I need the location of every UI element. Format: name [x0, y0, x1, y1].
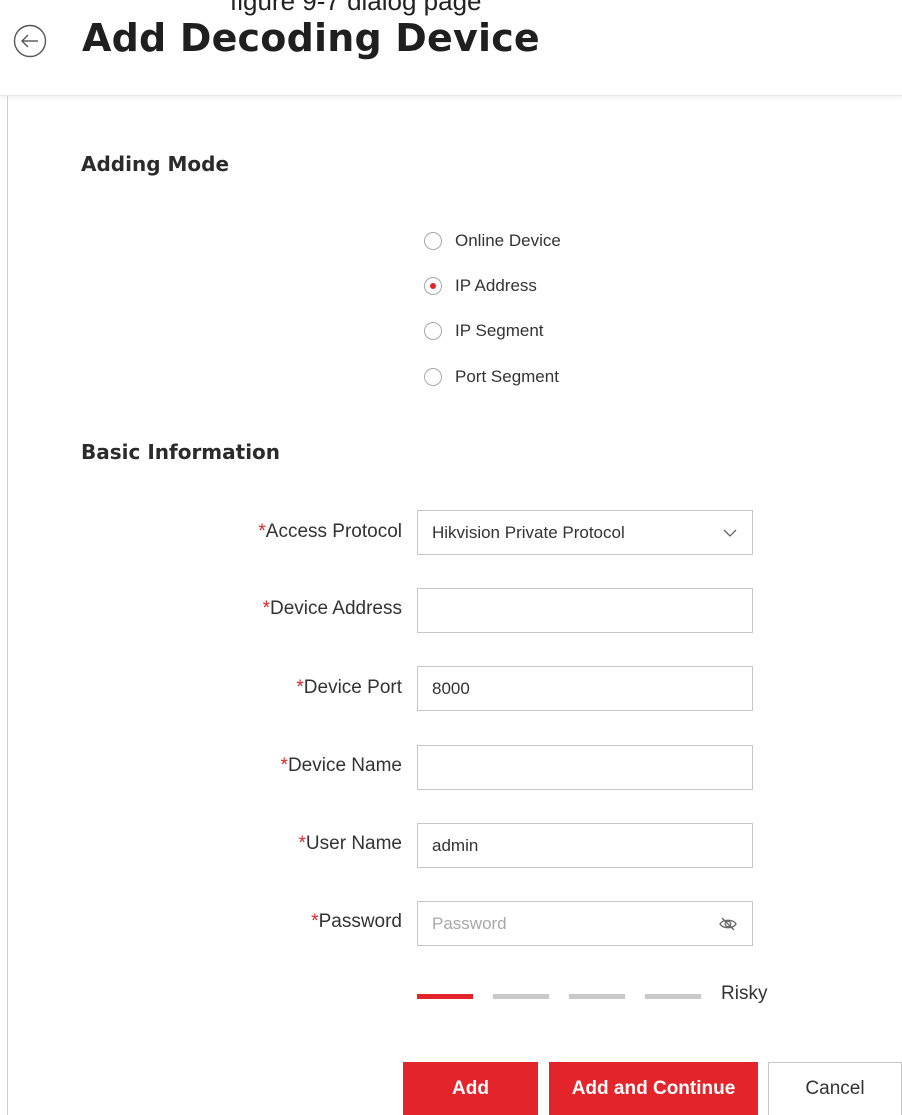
radio-port-segment[interactable]: Port Segment — [424, 365, 559, 389]
label-text: Password — [318, 911, 402, 932]
required-mark: * — [262, 598, 270, 619]
radio-checked-icon[interactable] — [424, 277, 442, 295]
required-mark: * — [298, 833, 306, 854]
device-address-input[interactable] — [417, 588, 753, 633]
password-placeholder: Password — [432, 913, 507, 933]
chevron-down-icon[interactable] — [722, 525, 738, 541]
device-address-label: *Device Address — [263, 598, 402, 620]
user-name-label: *User Name — [299, 833, 402, 855]
required-mark: * — [311, 911, 319, 932]
radio-label: IP Address — [455, 276, 537, 295]
adding-mode-title: Adding Mode — [81, 152, 230, 176]
add-and-continue-button[interactable]: Add and Continue — [549, 1062, 758, 1115]
password-input[interactable]: Password — [417, 901, 753, 946]
radio-label: IP Segment — [455, 321, 544, 340]
label-text: Access Protocol — [265, 521, 402, 542]
radio-icon[interactable] — [424, 232, 442, 250]
required-mark: * — [258, 521, 266, 542]
clipped-caption: figure 9-7 dialog page — [230, 0, 482, 16]
eye-hidden-icon[interactable] — [718, 914, 738, 934]
required-mark: * — [280, 755, 288, 776]
access-protocol-label: *Access Protocol — [258, 521, 402, 543]
device-port-label: *Device Port — [296, 677, 402, 699]
page-title: Add Decoding Device — [82, 16, 540, 60]
radio-ip-address[interactable]: IP Address — [424, 274, 537, 298]
label-text: Device Port — [303, 677, 402, 698]
radio-icon[interactable] — [424, 322, 442, 340]
left-border — [7, 96, 8, 1115]
back-arrow-icon[interactable] — [13, 24, 47, 58]
password-label: *Password — [311, 911, 402, 933]
password-strength-label: Risky — [721, 983, 768, 1004]
required-mark: * — [296, 677, 304, 698]
cancel-button[interactable]: Cancel — [768, 1062, 902, 1115]
device-name-label: *Device Name — [281, 755, 402, 777]
device-name-input[interactable] — [417, 745, 753, 790]
label-text: Device Address — [269, 598, 402, 619]
radio-online-device[interactable]: Online Device — [424, 229, 561, 253]
radio-label: Port Segment — [455, 367, 559, 386]
strength-bar-4 — [645, 994, 701, 999]
radio-ip-segment[interactable]: IP Segment — [424, 319, 544, 343]
page-header: figure 9-7 dialog page Add Decoding Devi… — [0, 0, 902, 96]
strength-bar-2 — [493, 994, 549, 999]
strength-bar-3 — [569, 994, 625, 999]
label-text: User Name — [305, 833, 402, 854]
radio-icon[interactable] — [424, 368, 442, 386]
user-name-input[interactable]: admin — [417, 823, 753, 868]
select-value: Hikvision Private Protocol — [432, 522, 625, 542]
label-text: Device Name — [287, 755, 402, 776]
access-protocol-select[interactable]: Hikvision Private Protocol — [417, 510, 753, 555]
radio-label: Online Device — [455, 231, 561, 250]
basic-information-title: Basic Information — [81, 440, 281, 464]
device-port-input[interactable]: 8000 — [417, 666, 753, 711]
add-button[interactable]: Add — [403, 1062, 538, 1115]
strength-bar-1 — [417, 994, 473, 999]
